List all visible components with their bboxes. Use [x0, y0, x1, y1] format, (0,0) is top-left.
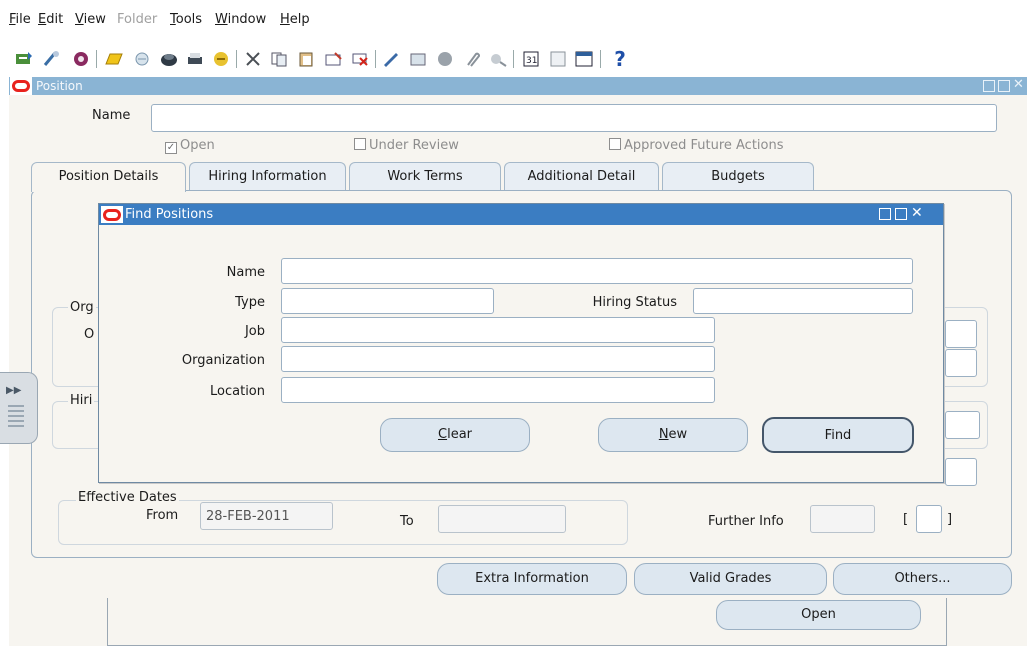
name-field[interactable] [151, 104, 997, 132]
edit-field-icon[interactable] [380, 48, 402, 70]
new-icon[interactable] [13, 48, 35, 70]
close-icon[interactable]: ✕ [1013, 77, 1024, 92]
find-button[interactable]: Find [762, 417, 914, 453]
org-field-label: O [84, 327, 95, 342]
menu-tools[interactable]: Tools [170, 12, 202, 30]
toolbar-separator [600, 50, 601, 68]
close-icon[interactable]: ✕ [911, 205, 923, 221]
find-name-label: Name [226, 265, 265, 280]
tab-position-details[interactable]: Position Details [31, 162, 186, 192]
open-button[interactable]: Open [716, 600, 921, 630]
close-form-icon[interactable] [210, 48, 232, 70]
name-label: Name [92, 108, 131, 123]
find-type-field[interactable] [281, 288, 494, 314]
toolbar-separator [236, 50, 237, 68]
to-date-field[interactable] [438, 505, 566, 533]
menu-file[interactable]: File [9, 12, 31, 30]
menu-folder[interactable]: Folder [117, 12, 157, 30]
svg-text:31: 31 [526, 56, 537, 66]
folder-tools-icon[interactable] [487, 48, 509, 70]
find-job-field[interactable] [281, 317, 715, 343]
help-icon[interactable]: ? [609, 47, 631, 71]
copy-icon[interactable] [268, 48, 290, 70]
expand-icon[interactable]: ▶▶ [6, 385, 21, 396]
toolbar-separator [513, 50, 514, 68]
from-date-field[interactable]: 28-FEB-2011 [200, 502, 333, 530]
attachments-icon[interactable] [461, 48, 483, 70]
save-icon[interactable] [131, 48, 153, 70]
find-icon[interactable] [41, 48, 63, 70]
calendar-icon[interactable]: 31 [520, 48, 542, 70]
new-button[interactable]: New [598, 418, 748, 452]
org-group-label: Org [68, 300, 96, 315]
tab-hiring-information[interactable]: Hiring Information [189, 162, 346, 190]
clear-button[interactable]: Clear [380, 418, 530, 452]
bracket-right: ] [947, 512, 953, 527]
window-icon[interactable] [573, 48, 595, 70]
tab-additional-detail[interactable]: Additional Detail [504, 162, 659, 190]
open-checkbox[interactable]: ✓ Open [165, 138, 215, 156]
cut-icon[interactable] [242, 48, 264, 70]
find-hiring-status-label: Hiring Status [592, 295, 677, 310]
find-type-label: Type [235, 295, 265, 310]
find-job-label: Job [244, 324, 265, 339]
toolbar-separator [96, 50, 97, 68]
others-button[interactable]: Others... [833, 563, 1012, 595]
delete-record-icon[interactable] [349, 48, 371, 70]
find-location-label: Location [210, 384, 265, 399]
paste-icon[interactable] [295, 48, 317, 70]
new-record-icon[interactable] [322, 48, 344, 70]
under-review-checkbox[interactable]: Under Review [354, 138, 459, 156]
further-info-label: Further Info [708, 514, 784, 529]
effective-dates-label: Effective Dates [76, 490, 179, 505]
navigator-icon[interactable] [70, 48, 92, 70]
org-right-field[interactable] [945, 320, 977, 348]
dialog-title-bar[interactable] [99, 204, 943, 225]
oracle-logo-icon [10, 77, 32, 95]
hiring-group-label: Hiri [68, 393, 95, 408]
grip-icon [8, 405, 24, 429]
minimize-icon[interactable] [879, 208, 891, 220]
checked-icon: ✓ [165, 142, 177, 154]
tab-work-terms[interactable]: Work Terms [349, 162, 501, 190]
from-label: From [146, 508, 179, 523]
translations-icon[interactable] [434, 48, 456, 70]
window-title: Position [36, 79, 83, 93]
hiring-right-field[interactable] [945, 411, 980, 439]
menu-help[interactable]: Help [280, 12, 310, 30]
menu-view[interactable]: View [75, 12, 106, 30]
descriptive-flexfield[interactable] [916, 505, 942, 533]
org-right-field-2[interactable] [945, 349, 977, 377]
bracket-left: [ [903, 512, 909, 527]
tab-budgets[interactable]: Budgets [662, 162, 814, 190]
find-hiring-status-field[interactable] [693, 288, 913, 314]
approved-future-actions-checkbox[interactable]: Approved Future Actions [609, 138, 784, 156]
oracle-logo-icon [101, 206, 123, 223]
find-organization-field[interactable] [281, 346, 715, 372]
toolbar-separator [375, 50, 376, 68]
find-location-field[interactable] [281, 377, 715, 403]
window-title-bar[interactable] [9, 77, 1027, 95]
further-info-field[interactable] [810, 505, 875, 533]
find-name-field[interactable] [281, 258, 913, 284]
valid-grades-button[interactable]: Valid Grades [634, 563, 827, 595]
switch-responsibility-icon[interactable] [158, 48, 180, 70]
to-label: To [400, 514, 414, 529]
zoom-icon[interactable] [407, 48, 429, 70]
maximize-icon[interactable] [998, 80, 1010, 92]
print-icon[interactable] [184, 48, 206, 70]
dialog-title: Find Positions [125, 207, 214, 222]
menu-edit[interactable]: Edit [38, 12, 63, 30]
right-field-3[interactable] [945, 458, 977, 486]
maximize-icon[interactable] [895, 208, 907, 220]
date-picker-icon[interactable] [547, 48, 569, 70]
menu-window[interactable]: Window [215, 12, 266, 30]
minimize-icon[interactable] [983, 80, 995, 92]
find-organization-label: Organization [181, 353, 265, 368]
extra-information-button[interactable]: Extra Information [437, 563, 627, 595]
open-folder-icon[interactable] [103, 48, 125, 70]
